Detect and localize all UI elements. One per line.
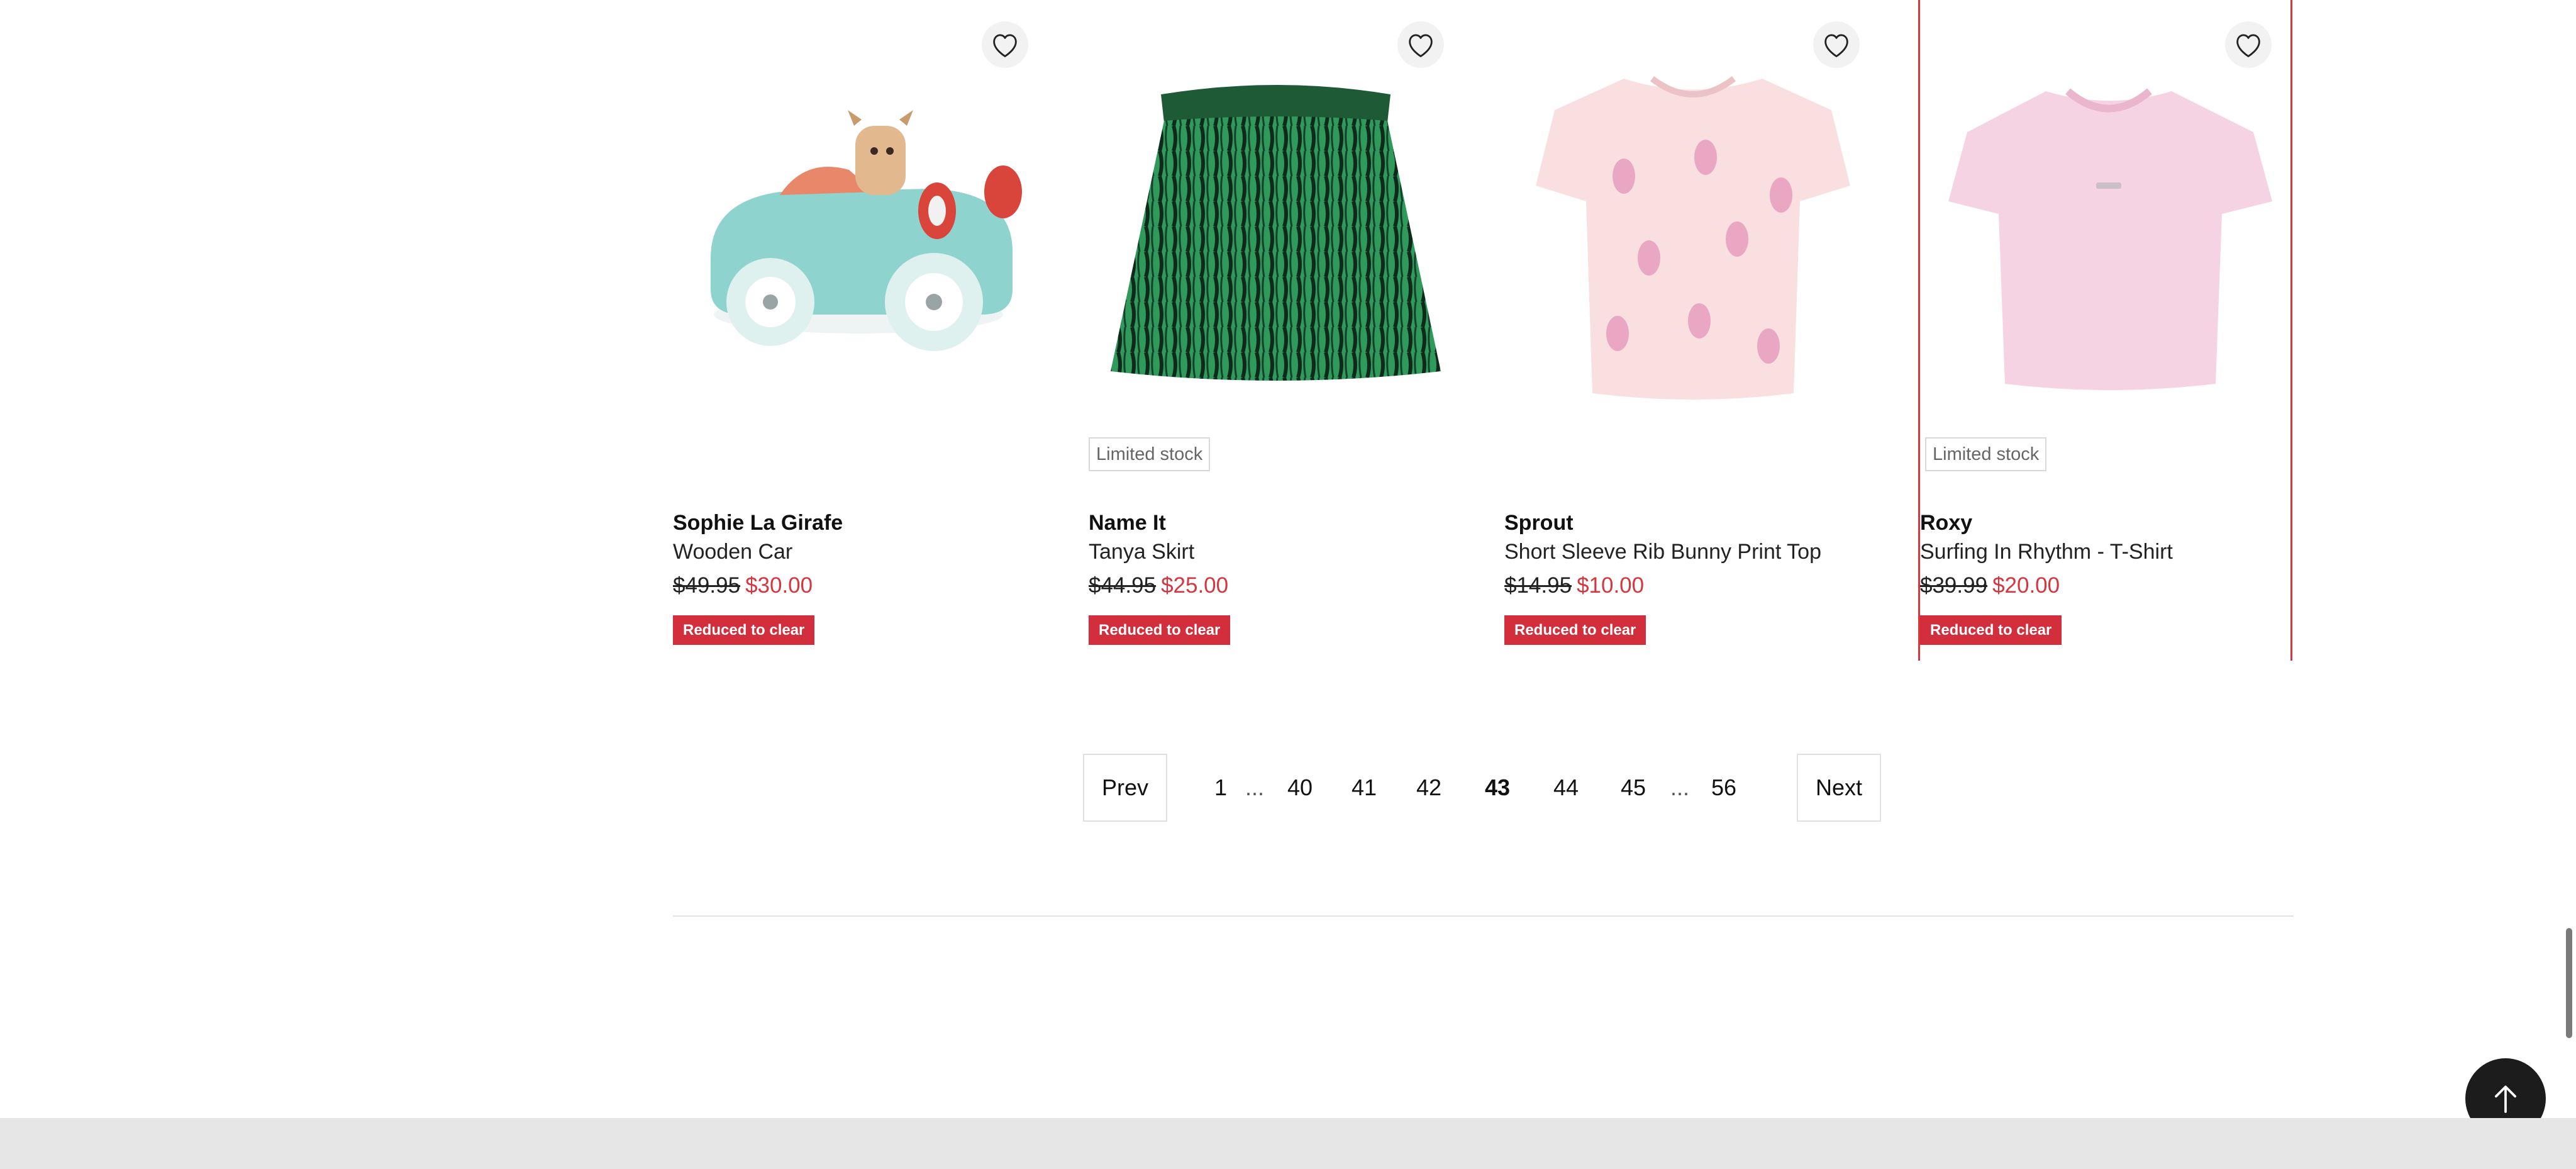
product-prices: $44.95 $25.00 [1089,571,1463,600]
limited-stock-badge: Limited stock [1089,437,1211,471]
page-link-1[interactable]: 1 [1202,754,1240,822]
product-info: Name It Tanya Skirt $44.95 $25.00 Reduced… [1089,508,1463,645]
product-prices: $39.99 $20.00 [1920,571,2294,600]
promo-badge: Reduced to clear [1504,615,1646,645]
product-title[interactable]: Surfing In Rhythm - T-Shirt [1920,537,2294,566]
limited-stock-badge: Limited stock [1925,437,2047,471]
sale-price: $30.00 [745,573,813,598]
promo-badge: Reduced to clear [673,615,815,645]
prev-page-button[interactable]: Prev [1083,754,1167,822]
section-divider [673,915,2294,917]
sale-price: $25.00 [1161,573,1229,598]
product-image-tanya-skirt[interactable] [1101,50,1453,415]
product-image-roxy-tshirt[interactable] [1933,50,2285,415]
original-price: $39.99 [1920,573,1988,598]
product-card-tanya-skirt[interactable]: Limited stock Name It Tanya Skirt $44.95… [1089,0,1463,661]
product-prices: $49.95 $30.00 [673,571,1047,600]
page-link-45[interactable]: 45 [1614,754,1652,822]
page-link-current[interactable]: 43 [1479,754,1516,822]
product-image-wooden-car[interactable] [686,50,1038,415]
original-price: $49.95 [673,573,741,598]
product-brand[interactable]: Name It [1089,508,1463,537]
product-card-roxy-tshirt[interactable]: Limited stock Roxy Surfing In Rhythm - T… [1918,0,2292,661]
product-info: Roxy Surfing In Rhythm - T-Shirt $39.99 $… [1920,508,2294,645]
product-brand[interactable]: Sprout [1504,508,1879,537]
product-brand[interactable]: Roxy [1920,508,2294,537]
product-info: Sprout Short Sleeve Rib Bunny Print Top … [1504,508,1879,645]
page-link-40[interactable]: 40 [1281,754,1319,822]
product-title[interactable]: Tanya Skirt [1089,537,1463,566]
sale-price: $20.00 [1992,573,2060,598]
product-card-bunny-top[interactable]: Sprout Short Sleeve Rib Bunny Print Top … [1504,0,1879,661]
product-brand[interactable]: Sophie La Girafe [673,508,1047,537]
product-card-wooden-car[interactable]: Sophie La Girafe Wooden Car $49.95 $30.00… [673,0,1047,661]
pagination-ellipsis: ... [1245,775,1264,800]
original-price: $14.95 [1504,573,1572,598]
promo-badge: Reduced to clear [1089,615,1231,645]
product-info: Sophie La Girafe Wooden Car $49.95 $30.00… [673,508,1047,645]
page-link-44[interactable]: 44 [1547,754,1585,822]
sale-price: $10.00 [1577,573,1645,598]
next-page-button[interactable]: Next [1797,754,1881,822]
product-title[interactable]: Short Sleeve Rib Bunny Print Top [1504,537,1879,566]
footer [0,1118,2576,1169]
product-listing-page: Sophie La Girafe Wooden Car $49.95 $30.00… [0,0,2576,1169]
pagination: Prev 1 ... 40 41 42 43 44 45 ... 56 Next [0,754,2576,822]
arrow-up-icon [2494,1085,2517,1113]
pagination-ellipsis: ... [1670,775,1689,800]
scrollbar-thumb[interactable] [2566,928,2572,1038]
page-link-56[interactable]: 56 [1705,754,1743,822]
product-title[interactable]: Wooden Car [673,537,1047,566]
page-link-42[interactable]: 42 [1410,754,1448,822]
promo-badge: Reduced to clear [1920,615,2062,645]
product-prices: $14.95 $10.00 [1504,571,1879,600]
page-link-41[interactable]: 41 [1345,754,1383,822]
product-image-bunny-top[interactable] [1517,50,1869,415]
original-price: $44.95 [1089,573,1157,598]
